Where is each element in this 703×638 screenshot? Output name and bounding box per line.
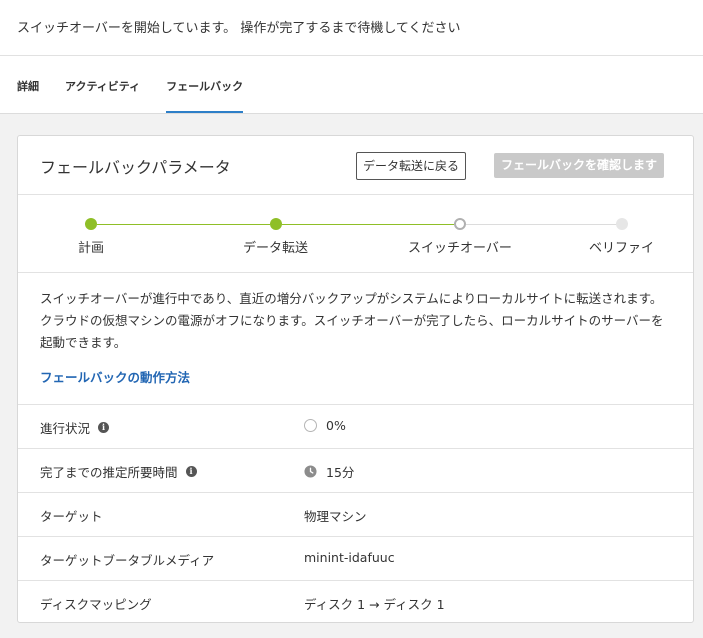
- step-connector-2: [282, 224, 454, 225]
- bootable-media-label: ターゲットブータブルメディア: [40, 553, 215, 568]
- detail-row-disk-mapping: ディスクマッピング ディスク 1 → ディスク 1: [18, 581, 693, 625]
- back-to-data-transfer-button[interactable]: データ転送に戻る: [356, 152, 467, 180]
- step-dot-verify: [616, 218, 628, 230]
- tab-failback[interactable]: フェールバック: [166, 56, 244, 113]
- bootable-media-value: minint-idafuuc: [304, 550, 395, 565]
- estimated-time-label: 完了までの推定所要時間: [40, 465, 178, 480]
- how-failback-works-link[interactable]: フェールバックの動作方法: [40, 367, 190, 386]
- confirm-failback-button[interactable]: フェールバックを確認します: [494, 153, 665, 178]
- step-connector-1: [97, 224, 270, 225]
- step-dot-switchover: [454, 218, 466, 230]
- step-dot-data-transfer: [270, 218, 282, 230]
- failback-panel: フェールバックパラメータ データ転送に戻る フェールバックを確認します 計画 デ…: [17, 135, 694, 623]
- target-label: ターゲット: [40, 509, 103, 524]
- progress-value: 0%: [326, 418, 346, 433]
- detail-row-target: ターゲット 物理マシン: [18, 493, 693, 537]
- info-icon[interactable]: i: [98, 422, 110, 433]
- progress-stepper: 計画 データ転送 スイッチオーバー ベリファイ: [18, 195, 693, 273]
- panel-title: フェールバックパラメータ: [40, 158, 231, 177]
- description-section: スイッチオーバーが進行中であり、直近の増分バックアップがシステムによりローカルサ…: [18, 273, 693, 405]
- step-dot-plan: [85, 218, 97, 230]
- status-notice: スイッチオーバーを開始しています。 操作が完了するまで待機してください: [0, 0, 703, 56]
- status-notice-text: スイッチオーバーを開始しています。 操作が完了するまで待機してください: [17, 21, 461, 36]
- panel-header: フェールバックパラメータ データ転送に戻る フェールバックを確認します: [18, 136, 693, 195]
- step-label-plan: 計画: [78, 241, 105, 256]
- disk-mapping-value: ディスク 1 → ディスク 1: [304, 597, 445, 612]
- detail-row-estimated-time: 完了までの推定所要時間 i 15分: [18, 449, 693, 493]
- target-value: 物理マシン: [304, 509, 367, 524]
- disk-mapping-label: ディスクマッピング: [40, 597, 152, 612]
- progress-ring-icon: [304, 419, 317, 432]
- tab-bar: 詳細 アクティビティ フェールバック: [0, 56, 703, 114]
- step-connector-3: [466, 224, 618, 225]
- step-label-data-transfer: データ転送: [243, 241, 309, 256]
- detail-row-progress: 進行状況 i 0%: [18, 405, 693, 449]
- step-label-verify: ベリファイ: [589, 241, 655, 256]
- estimated-time-value: 15分: [326, 465, 355, 480]
- detail-row-bootable-media: ターゲットブータブルメディア minint-idafuuc: [18, 537, 693, 581]
- tab-details[interactable]: 詳細: [17, 56, 39, 113]
- details-table: 進行状況 i 0% 完了までの推定所要時間 i 15分 ターゲット 物理マシン ター…: [18, 405, 693, 625]
- step-label-switchover: スイッチオーバー: [408, 241, 512, 256]
- tab-activity[interactable]: アクティビティ: [65, 56, 140, 113]
- progress-label: 進行状況: [40, 421, 91, 436]
- info-icon[interactable]: i: [185, 466, 197, 477]
- description-text: スイッチオーバーが進行中であり、直近の増分バックアップがシステムによりローカルサ…: [40, 291, 664, 350]
- clock-icon: [304, 465, 317, 478]
